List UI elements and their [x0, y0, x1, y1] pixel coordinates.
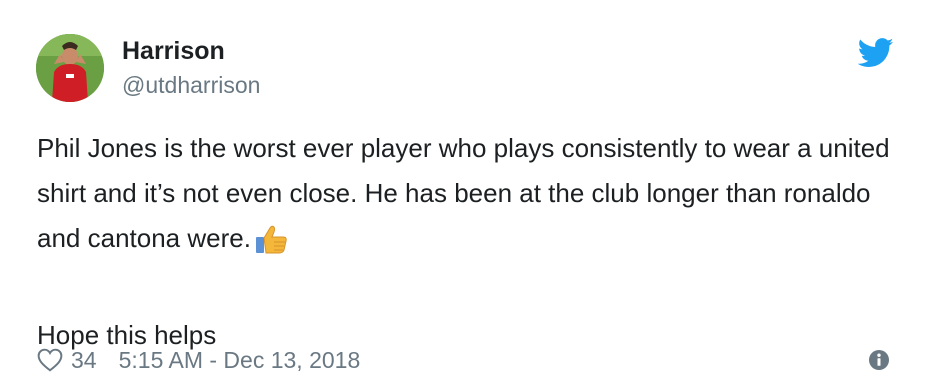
author-handle[interactable]: @utdharrison: [122, 71, 260, 99]
heart-icon: [37, 348, 63, 372]
tweet-text: Phil Jones is the worst ever player who …: [37, 126, 907, 358]
tweet-timestamp[interactable]: 5:15 AM - Dec 13, 2018: [119, 347, 361, 374]
like-count: 34: [71, 346, 97, 373]
info-icon[interactable]: [868, 349, 890, 371]
like-button[interactable]: 34: [37, 347, 119, 374]
tweet-text-line: Phil Jones is the worst ever player who …: [37, 126, 907, 268]
avatar[interactable]: [36, 34, 104, 102]
tweet-footer: 34 5:15 AM - Dec 13, 2018: [37, 344, 360, 376]
author-name[interactable]: Harrison: [122, 36, 225, 66]
twitter-bird-icon[interactable]: [858, 38, 894, 68]
tweet-text-body: Phil Jones is the worst ever player who …: [37, 133, 890, 253]
thumbs-up-icon: [254, 223, 288, 268]
embedded-tweet: Harrison @utdharrison Phil Jones is the …: [0, 0, 930, 392]
avatar-image: [36, 34, 104, 102]
